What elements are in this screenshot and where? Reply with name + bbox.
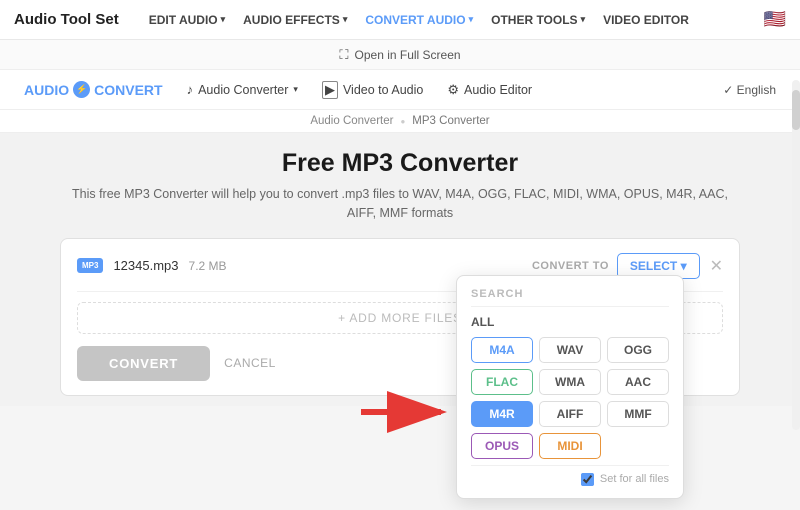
arrow-indicator [356, 391, 456, 438]
language-selector[interactable]: ✓ English [723, 83, 776, 97]
file-extension-badge: MP3 [77, 258, 103, 273]
format-mmf[interactable]: MMF [607, 401, 669, 427]
sub-brand-text-convert: CONVERT [94, 82, 162, 98]
format-m4r[interactable]: M4R [471, 401, 533, 427]
format-opus[interactable]: OPUS [471, 433, 533, 459]
breadcrumb: Audio Converter ● MP3 Converter [310, 115, 489, 127]
expand-icon: ⛶ [339, 47, 348, 63]
nav-item-convert-audio[interactable]: CONVERT AUDIO ▾ [357, 9, 481, 31]
set-all-checkbox[interactable] [581, 473, 594, 486]
main-content: Free MP3 Converter This free MP3 Convert… [0, 133, 800, 406]
format-flac[interactable]: FLAC [471, 369, 533, 395]
nav-item-other-tools[interactable]: OTHER TOOLS ▾ [483, 9, 593, 31]
converter-card: MP3 12345.mp3 7.2 MB CONVERT TO SELECT ▾… [60, 238, 740, 396]
breadcrumb-separator: ● [400, 117, 405, 126]
format-ogg[interactable]: OGG [607, 337, 669, 363]
scrollbar-thumb[interactable] [792, 90, 800, 130]
format-aiff[interactable]: AIFF [539, 401, 601, 427]
sub-brand-text-audio: AUDIO [24, 82, 69, 98]
chevron-down-icon: ▾ [343, 14, 348, 25]
close-file-icon[interactable]: ✕ [710, 256, 723, 276]
add-more-label: + ADD MORE FILES [338, 311, 462, 325]
nav-item-edit-audio[interactable]: EDIT AUDIO ▾ [141, 9, 233, 31]
breadcrumb-mp3-converter: MP3 Converter [412, 115, 489, 127]
convert-to-label: CONVERT TO [532, 260, 609, 272]
chevron-down-icon: ▾ [221, 14, 226, 25]
language-flag: 🇺🇸 [764, 9, 786, 30]
format-m4a[interactable]: M4A [471, 337, 533, 363]
format-midi[interactable]: MIDI [539, 433, 601, 459]
nav-item-video-editor[interactable]: VIDEO EDITOR [595, 9, 697, 31]
fullscreen-label: Open in Full Screen [355, 48, 461, 62]
video-icon: ▶ [322, 81, 338, 99]
sub-nav-video-to-audio[interactable]: ▶ Video to Audio [322, 81, 423, 99]
format-all-option[interactable]: ALL [471, 315, 669, 329]
brand-text-audio: Audio Tool Set [14, 11, 119, 28]
sub-nav-audio-editor[interactable]: ⚙ Audio Editor [447, 82, 532, 98]
breadcrumb-audio-converter[interactable]: Audio Converter [310, 115, 393, 127]
cancel-link[interactable]: CANCEL [224, 356, 276, 370]
nav-items: EDIT AUDIO ▾ AUDIO EFFECTS ▾ CONVERT AUD… [141, 9, 764, 31]
file-size: 7.2 MB [189, 259, 227, 273]
sub-nav: AUDIO ⚡ CONVERT ♪ Audio Converter ▾ ▶ Vi… [0, 70, 800, 110]
nav-item-audio-effects[interactable]: AUDIO EFFECTS ▾ [235, 9, 355, 31]
convert-button[interactable]: CONVERT [77, 346, 210, 381]
sub-nav-audio-converter[interactable]: ♪ Audio Converter ▾ [187, 82, 298, 97]
chevron-down-icon: ▾ [581, 14, 586, 25]
sub-brand[interactable]: AUDIO ⚡ CONVERT [24, 81, 163, 98]
set-all-row: Set for all files [471, 465, 669, 486]
music-icon: ♪ [187, 82, 194, 97]
chevron-down-icon: ▾ [469, 14, 474, 25]
dropdown-search-label: SEARCH [471, 288, 669, 307]
format-wav[interactable]: WAV [539, 337, 601, 363]
brand[interactable]: Audio Tool Set [14, 11, 119, 28]
file-name: 12345.mp3 [113, 258, 178, 273]
format-wma[interactable]: WMA [539, 369, 601, 395]
format-aac[interactable]: AAC [607, 369, 669, 395]
format-dropdown: SEARCH ALL M4A WAV OGG FLAC WMA AAC M4R … [456, 275, 684, 499]
format-grid: M4A WAV OGG FLAC WMA AAC M4R AIFF MMF OP… [471, 337, 669, 459]
page-title: Free MP3 Converter [60, 149, 740, 178]
sub-brand-icon: ⚡ [73, 81, 90, 98]
set-all-label: Set for all files [600, 473, 669, 485]
fullscreen-bar[interactable]: ⛶ Open in Full Screen [0, 40, 800, 70]
top-nav: Audio Tool Set EDIT AUDIO ▾ AUDIO EFFECT… [0, 0, 800, 40]
sliders-icon: ⚙ [447, 82, 459, 98]
page-description: This free MP3 Converter will help you to… [60, 185, 740, 224]
scrollbar[interactable] [792, 80, 800, 430]
chevron-down-icon: ▾ [293, 84, 298, 95]
breadcrumb-bar: Audio Converter ● MP3 Converter [0, 110, 800, 133]
